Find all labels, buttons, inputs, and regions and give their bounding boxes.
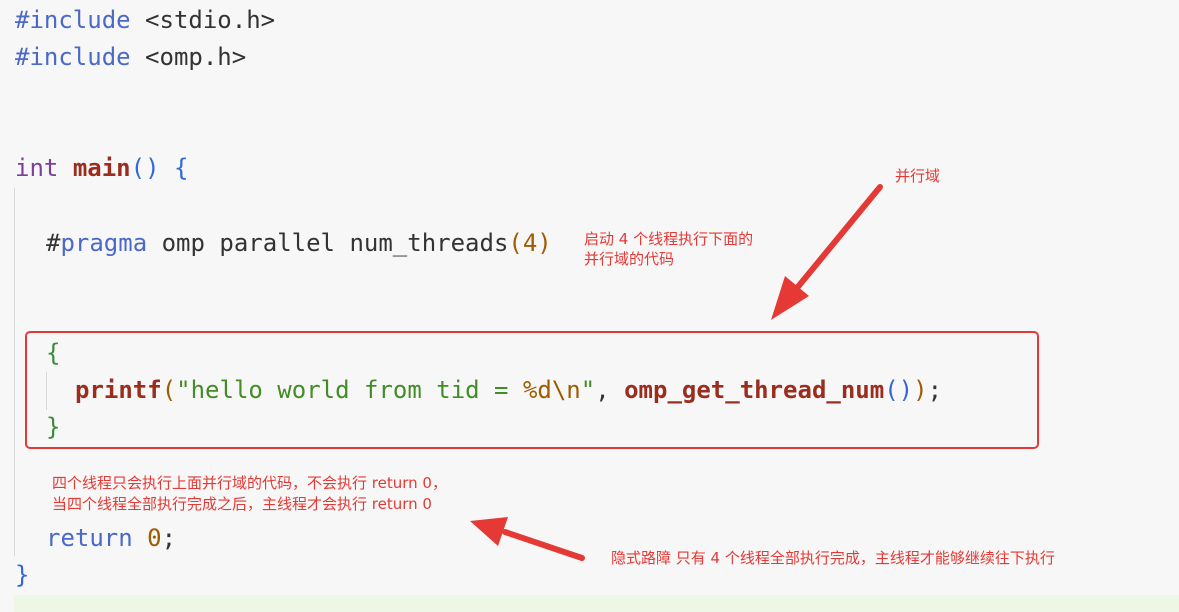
arrow-to-return-icon (470, 517, 585, 561)
arrow-to-parallel-region-icon (771, 184, 883, 320)
annotation-arrows (470, 184, 883, 561)
